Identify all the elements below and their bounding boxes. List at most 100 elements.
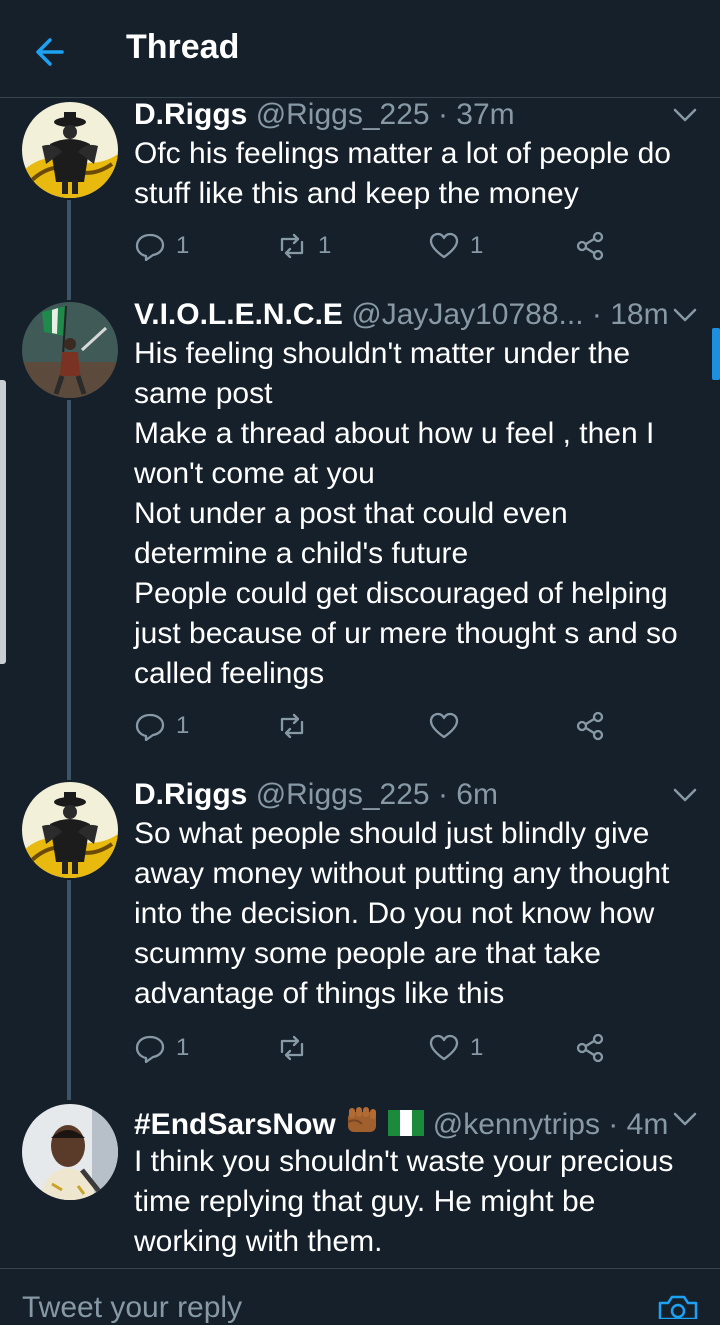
tweet[interactable]: V.I.O.L.E.N.C.E @JayJay10788... · 18m Hi… (0, 298, 720, 768)
retweet-count: 1 (318, 232, 332, 259)
retweet-button[interactable]: 1 (276, 226, 331, 266)
tweet-text-line: determine a child's future (134, 537, 469, 570)
like-icon (429, 1034, 459, 1061)
chevron-down-icon[interactable] (670, 304, 700, 326)
reply-bar: Tweet your reply (0, 1268, 720, 1324)
share-icon (576, 711, 604, 741)
avatar-image (22, 302, 118, 398)
avatar[interactable] (22, 1104, 118, 1200)
tweet-text-line: His feeling shouldn't matter under the (134, 337, 631, 370)
reply-button[interactable]: 1 (134, 226, 189, 266)
tweet-text-line: called feelings (134, 657, 325, 690)
tweet-actions: 1 (134, 706, 614, 746)
user-handle[interactable]: @JayJay10788... (351, 298, 583, 331)
tweet-text: I think you shouldn't waste your preciou… (134, 1142, 694, 1262)
tweet[interactable]: #EndSarsNow @kennytrips · 4m I think you… (0, 1104, 720, 1268)
chevron-down-icon[interactable] (670, 784, 700, 806)
reply-button[interactable]: 1 (134, 706, 189, 746)
tweet-text-line: Ofc his feelings matter a lot of people … (134, 137, 671, 170)
user-handle[interactable]: @Riggs_225 (256, 778, 430, 811)
display-name[interactable]: D.Riggs (134, 98, 247, 131)
display-name[interactable]: #EndSarsNow (134, 1108, 336, 1141)
like-count: 1 (470, 1034, 484, 1061)
retweet-icon (280, 233, 304, 259)
reply-icon (135, 233, 165, 262)
tweet-text-line: I think you shouldn't waste your preciou… (134, 1145, 674, 1178)
share-icon (576, 231, 604, 261)
avatar-image (22, 102, 118, 198)
tweet-text-line: So what people should just blindly give (134, 817, 650, 850)
page-title: Thread (126, 28, 240, 66)
tweet-text-line: away money without putting any thought (134, 857, 670, 890)
reply-icon (135, 1035, 165, 1064)
chevron-down-icon[interactable] (670, 1108, 700, 1130)
avatar-image (22, 782, 118, 878)
tweet[interactable]: D.Riggs @Riggs_225 · 6m So what people s… (0, 778, 720, 1088)
share-icon (576, 1033, 604, 1063)
reply-count: 1 (176, 1034, 190, 1061)
tweet-text-line: working with them. (134, 1225, 383, 1258)
avatar[interactable] (22, 302, 118, 398)
tweet-text-line: time replying that guy. He might be (134, 1185, 596, 1218)
tweet-text-line: scummy some people are that take (134, 937, 601, 970)
raised-fist-emoji-icon (344, 1104, 380, 1146)
back-button[interactable] (28, 30, 72, 74)
tweet-text-line: Not under a post that could even (134, 497, 568, 530)
tweet-text: His feeling shouldn't matter under the s… (134, 334, 694, 694)
tweet-actions: 1 1 1 (134, 226, 614, 266)
tweet-text-line: advantage of things like this (134, 977, 505, 1010)
retweet-icon (280, 713, 304, 739)
like-button[interactable]: 1 (428, 226, 483, 266)
reply-input[interactable]: Tweet your reply (22, 1291, 242, 1325)
separator-dot: · (437, 98, 448, 131)
nigeria-flag-icon (388, 1108, 425, 1146)
avatar-image (22, 1104, 118, 1200)
timestamp: 4m (626, 1108, 669, 1141)
retweet-icon (280, 1035, 304, 1061)
reply-icon (135, 713, 165, 742)
like-count: 1 (470, 232, 484, 259)
tweet-header: #EndSarsNow @kennytrips · 4m (134, 1104, 668, 1146)
tweet-text-line: stuff like this and keep the money (134, 177, 579, 210)
like-icon (429, 712, 459, 739)
tweet-header: D.Riggs @Riggs_225 · 6m (134, 778, 498, 812)
share-button[interactable] (574, 706, 606, 746)
tweet-text-line: just because of ur mere thought s and so (134, 617, 678, 650)
separator-dot: · (608, 1108, 619, 1141)
timestamp: 6m (456, 778, 498, 811)
share-button[interactable] (574, 1028, 606, 1068)
tweet-text-line: into the decision. Do you not know how (134, 897, 655, 930)
back-arrow-icon (36, 38, 64, 66)
display-name[interactable]: D.Riggs (134, 778, 247, 811)
tweet-text: Ofc his feelings matter a lot of people … (134, 134, 694, 214)
reply-count: 1 (176, 232, 190, 259)
reply-button[interactable]: 1 (134, 1028, 189, 1068)
reply-count: 1 (176, 712, 190, 739)
like-button[interactable]: 1 (428, 1028, 483, 1068)
avatar[interactable] (22, 782, 118, 878)
tweet-text-line: same post (134, 377, 273, 410)
avatar[interactable] (22, 102, 118, 198)
tweet[interactable]: D.Riggs @Riggs_225 · 37m Ofc his feeling… (0, 98, 720, 288)
chevron-down-icon[interactable] (670, 104, 700, 126)
tweet-text-line: won't come at you (134, 457, 375, 490)
display-name[interactable]: V.I.O.L.E.N.C.E (134, 298, 343, 331)
edge-panel-handle[interactable] (0, 380, 6, 664)
separator-dot: · (437, 778, 448, 811)
timestamp: 37m (456, 98, 515, 131)
separator-dot: · (591, 298, 602, 331)
scroll-indicator[interactable] (712, 328, 720, 380)
retweet-button[interactable] (276, 1028, 318, 1068)
like-button[interactable] (428, 706, 470, 746)
tweet-text-line: Make a thread about how u feel , then I (134, 417, 655, 450)
tweet-header: V.I.O.L.E.N.C.E @JayJay10788... · 18m (134, 298, 669, 332)
user-handle[interactable]: @Riggs_225 (256, 98, 430, 131)
camera-icon[interactable] (656, 1289, 700, 1319)
user-handle[interactable]: @kennytrips (433, 1108, 600, 1141)
tweet-text-line: People could get discouraged of helping (134, 577, 668, 610)
retweet-button[interactable] (276, 706, 318, 746)
top-app-bar: Thread (0, 0, 720, 98)
tweet-actions: 1 1 (134, 1028, 614, 1068)
share-button[interactable] (574, 226, 606, 266)
like-icon (429, 232, 459, 259)
